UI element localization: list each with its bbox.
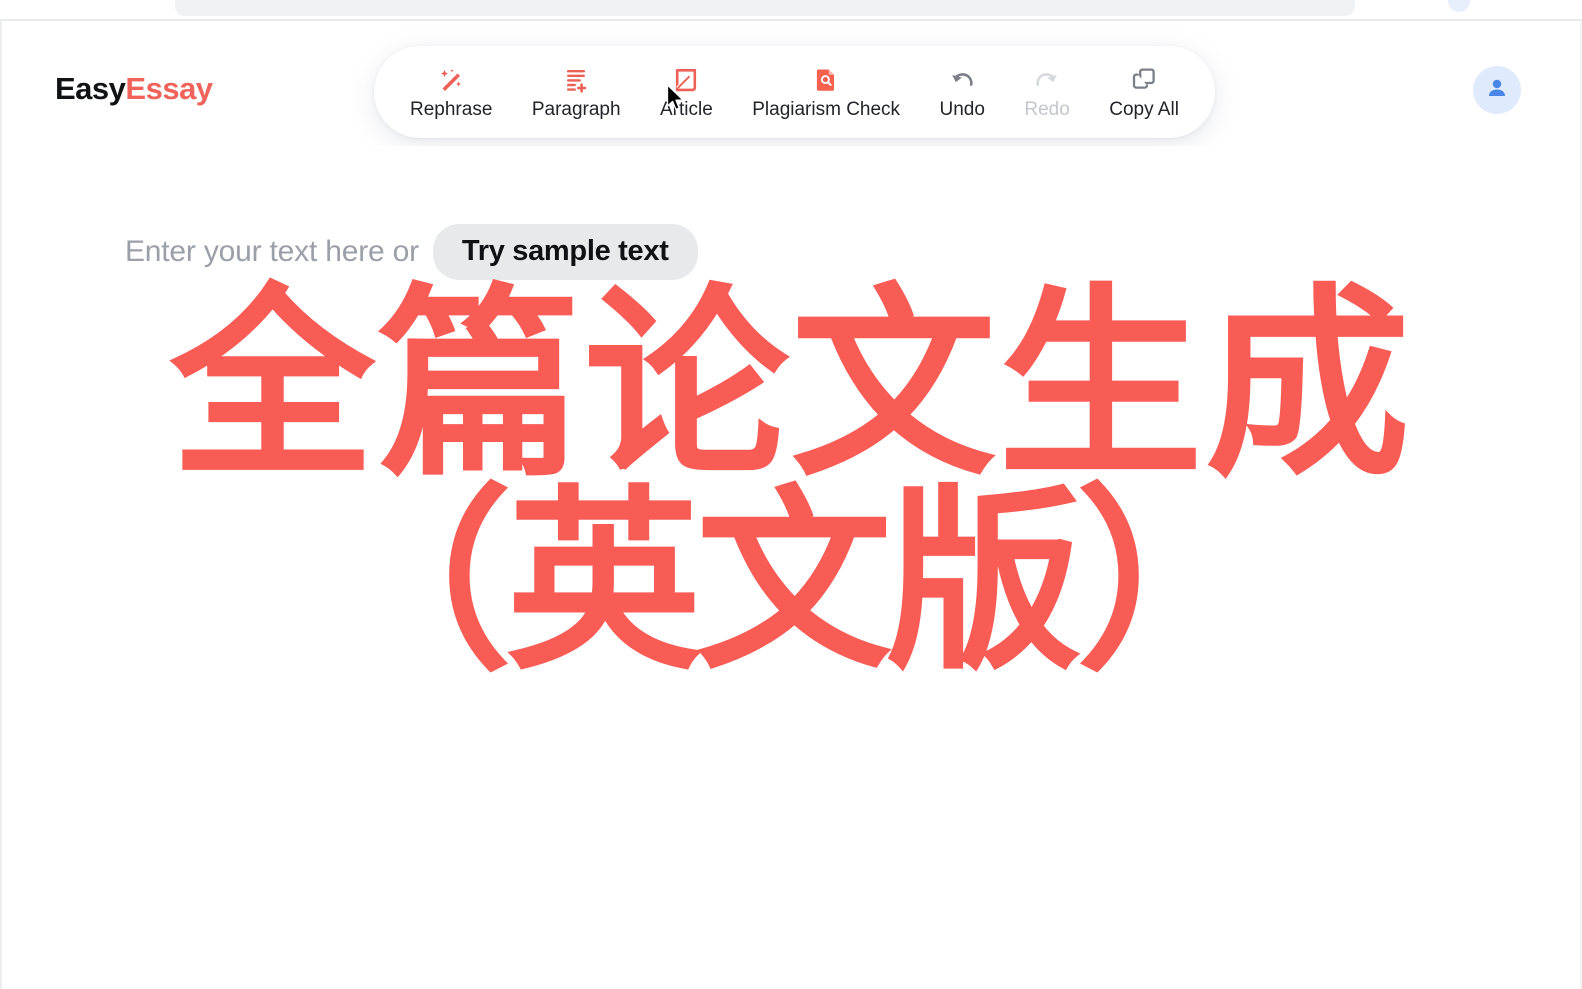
toolbar-item-label: Undo [939,99,985,120]
app-root: EasyEssay Rephrase Paragraph Article Pla… [0,0,1582,989]
toolbar-item-plagiarism-check[interactable]: Plagiarism Check [742,61,910,123]
brand-logo[interactable]: EasyEssay [55,71,213,107]
document-search-icon [811,65,841,95]
copy-icon [1129,65,1159,95]
toolbar-item-paragraph[interactable]: Paragraph [522,61,631,123]
magic-wand-icon [436,65,466,95]
toolbar-item-label: Redo [1024,99,1070,120]
toolbar-item-label: Copy All [1109,99,1179,120]
toolbar-item-label: Plagiarism Check [752,99,901,120]
toolbar-item-redo[interactable]: Redo [1014,61,1079,123]
article-pen-icon [671,65,701,95]
toolbar-item-article[interactable]: Article [650,61,723,123]
app-header: EasyEssay Rephrase Paragraph Article Pla… [0,21,1582,146]
toolbar-item-undo[interactable]: Undo [930,61,995,123]
toolbar-item-label: Article [660,99,713,120]
brand-logo-essay: Essay [125,71,213,106]
user-avatar-icon [1484,75,1510,106]
paragraph-plus-icon [561,65,591,95]
brand-logo-easy: Easy [55,71,126,106]
browser-address-bar-partial[interactable] [175,0,1355,16]
promo-overlay-headline: 全篇论文生成 （英文版） [2,284,1580,697]
promo-headline-line-2: （英文版） [315,468,1272,697]
avatar[interactable] [1473,66,1521,114]
toolbar-item-label: Rephrase [410,99,493,120]
try-sample-text-button[interactable]: Try sample text [432,224,698,281]
editor-toolbar: Rephrase Paragraph Article Plagiarism Ch… [374,46,1215,138]
toolbar-item-label: Paragraph [531,99,621,120]
promo-headline-line-1: 全篇论文生成 [170,267,1412,505]
browser-chrome-strip [0,0,1582,19]
text-editor-area[interactable]: Enter your text here or Try sample text … [2,146,1580,987]
browser-profile-avatar-partial[interactable] [1448,0,1470,12]
editor-placeholder-text: Enter your text here or [125,235,419,269]
redo-arrow-icon [1032,65,1062,95]
undo-arrow-icon [947,65,977,95]
toolbar-item-rephrase[interactable]: Rephrase [400,61,502,123]
editor-placeholder-row: Enter your text here or Try sample text [125,224,698,281]
toolbar-item-copy-all[interactable]: Copy All [1099,61,1189,123]
